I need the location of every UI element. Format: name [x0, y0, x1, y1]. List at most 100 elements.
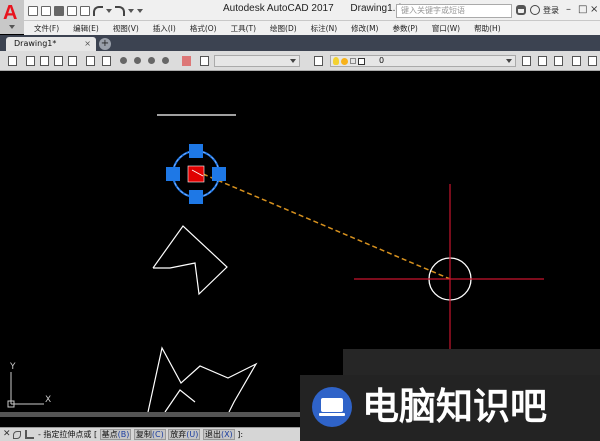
view-icon[interactable] [26, 56, 35, 66]
polyline-entity-2[interactable] [147, 346, 258, 413]
customize-icon[interactable] [13, 431, 21, 439]
layer-select[interactable]: 0 [330, 55, 516, 67]
workspace-select[interactable] [214, 55, 300, 67]
chevron-down-icon [9, 25, 15, 29]
menu-insert[interactable]: 插入(I) [153, 23, 176, 34]
ucs-y-label: Y [9, 362, 16, 372]
tab-label: Drawing1* [14, 39, 57, 48]
visual-style-icon[interactable] [120, 57, 127, 64]
layer-manager-icon[interactable] [314, 56, 323, 66]
menu-help[interactable]: 帮助(H) [474, 23, 501, 34]
lightbulb-icon [333, 57, 339, 65]
autocad-logo-icon: A [3, 2, 18, 24]
layer-previous-icon[interactable] [538, 56, 547, 66]
layers-toolbar: 0 [0, 51, 600, 71]
login-button[interactable]: 登录 [543, 5, 559, 16]
option-label: 放弃 [170, 430, 187, 439]
option-key: (X) [220, 430, 233, 439]
option-key: (C) [151, 430, 164, 439]
menu-window[interactable]: 窗口(W) [432, 23, 460, 34]
layer-unisolate-icon[interactable] [588, 56, 597, 66]
watermark: 电脑知识吧 [300, 375, 600, 441]
layer-properties-icon[interactable] [8, 56, 17, 66]
binoculars-icon[interactable] [516, 5, 526, 15]
menu-draw[interactable]: 绘图(D) [270, 23, 297, 34]
title-bar: Autodesk AutoCAD 2017 Drawing1.dwg 键入关键字… [0, 0, 600, 21]
laptop-base [319, 413, 345, 416]
menu-modify[interactable]: 修改(M) [351, 23, 378, 34]
undo-dropdown-icon[interactable] [106, 8, 112, 13]
quadrant-grip-right[interactable] [212, 167, 226, 181]
save-as-icon[interactable] [67, 5, 77, 16]
undo-icon[interactable] [93, 5, 103, 16]
prompt-prefix: - 指定拉伸点或 [ [38, 430, 98, 439]
menu-parametric[interactable]: 参数(P) [392, 23, 417, 34]
window-title: Autodesk AutoCAD 2017 Drawing1.dwg [223, 3, 414, 14]
option-undo[interactable]: 放弃(U) [168, 429, 201, 440]
minimize-icon[interactable]: – [566, 4, 571, 15]
command-prompt: - 指定拉伸点或 [ 基点(B) 复制(C) 放弃(U) 退出(X) ]: [38, 429, 243, 440]
save-icon[interactable] [54, 5, 64, 16]
menu-edit[interactable]: 编辑(E) [73, 23, 99, 34]
view-icon-5[interactable] [86, 56, 95, 66]
maximize-icon[interactable]: □ [578, 4, 587, 15]
user-icon[interactable] [530, 5, 540, 15]
new-tab-button[interactable]: + [99, 38, 111, 50]
view-icon-2[interactable] [40, 56, 49, 66]
rubberband-line [202, 173, 451, 280]
center-grip-hot[interactable] [187, 165, 205, 183]
visual-style-icon-2[interactable] [134, 57, 141, 64]
polyline-entity-3[interactable] [164, 389, 196, 413]
option-key: (U) [186, 430, 199, 439]
redo-icon[interactable] [115, 5, 125, 16]
close-commandline-icon[interactable]: ✕ [3, 429, 11, 439]
layer-color-icon [358, 57, 365, 65]
layer-state-icons [333, 57, 365, 65]
close-window-icon[interactable]: × [590, 4, 598, 15]
layer-isolate-icon[interactable] [572, 56, 581, 66]
option-base-point[interactable]: 基点(B) [99, 429, 132, 440]
option-label: 基点 [101, 430, 118, 439]
option-label: 退出 [204, 430, 221, 439]
chevron-down-icon [506, 59, 512, 63]
option-label: 复制 [135, 430, 152, 439]
make-current-layer-icon[interactable] [522, 56, 531, 66]
visual-style-icon-3[interactable] [148, 57, 155, 64]
view-icon-3[interactable] [54, 56, 63, 66]
search-input[interactable]: 键入关键字或短语 [396, 4, 512, 18]
quadrant-grip-top[interactable] [189, 144, 203, 158]
menu-file[interactable]: 文件(F) [34, 23, 59, 34]
option-key: (B) [117, 430, 130, 439]
layer-name: 0 [379, 56, 385, 65]
new-file-icon[interactable] [28, 5, 38, 16]
prompt-icon [25, 430, 34, 439]
redo-dropdown-icon[interactable] [128, 8, 134, 13]
quadrant-grip-bottom[interactable] [189, 190, 203, 204]
menu-dimension[interactable]: 标注(N) [311, 23, 337, 34]
print-icon[interactable] [80, 5, 90, 16]
workspace-icon[interactable] [200, 56, 209, 66]
application-menu-button[interactable]: A [0, 0, 24, 34]
view-icon-4[interactable] [68, 56, 77, 66]
visual-style-icon-4[interactable] [162, 57, 169, 64]
option-copy[interactable]: 复制(C) [133, 429, 166, 440]
tab-drawing1[interactable]: Drawing1* × [6, 37, 96, 51]
customize-qat-icon[interactable] [137, 8, 143, 13]
polyline-entity[interactable] [152, 225, 228, 296]
menu-tools[interactable]: 工具(T) [231, 23, 256, 34]
quadrant-grip-left[interactable] [166, 167, 180, 181]
quick-access-toolbar [28, 4, 143, 17]
view-icon-6[interactable] [102, 56, 111, 66]
laptop-icon [312, 387, 352, 427]
render-icon[interactable] [182, 56, 191, 66]
open-file-icon[interactable] [41, 5, 51, 16]
close-tab-icon[interactable]: × [84, 37, 91, 51]
app-name: Autodesk AutoCAD 2017 [223, 3, 334, 14]
prompt-suffix: ]: [237, 430, 244, 439]
menu-view[interactable]: 视图(V) [113, 23, 139, 34]
option-exit[interactable]: 退出(X) [202, 429, 235, 440]
watermark-text: 电脑知识吧 [362, 385, 547, 428]
menu-format[interactable]: 格式(O) [190, 23, 217, 34]
layer-match-icon[interactable] [554, 56, 563, 66]
sun-icon [341, 57, 348, 65]
